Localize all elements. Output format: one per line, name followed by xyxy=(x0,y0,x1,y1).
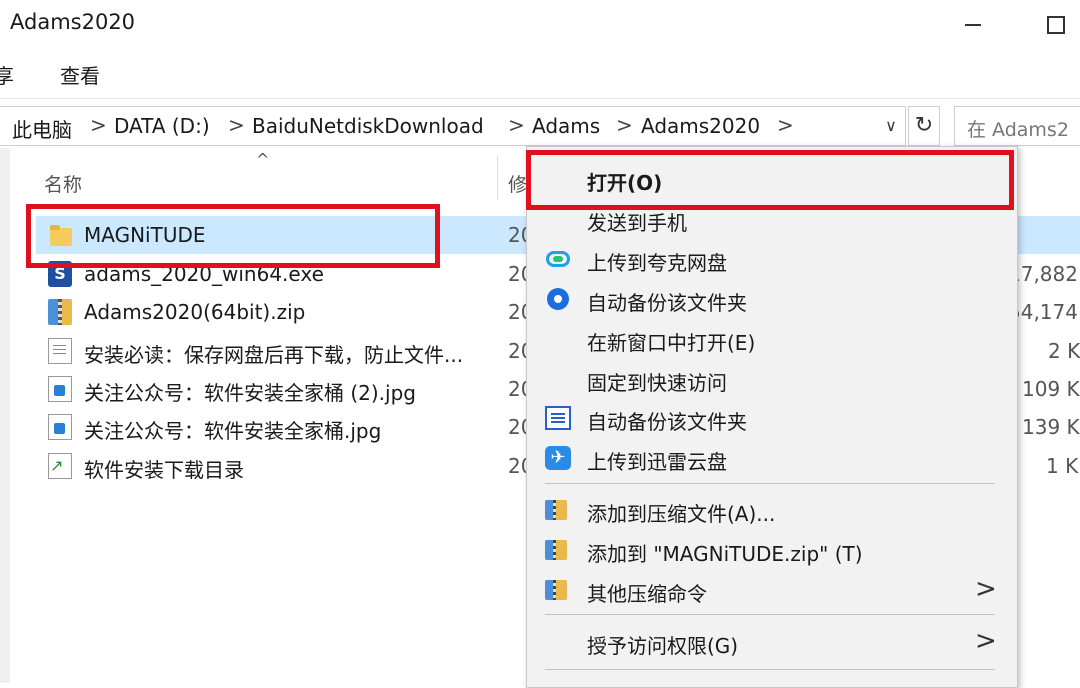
menu-separator xyxy=(545,669,995,670)
search-input[interactable]: 在 Adams2 xyxy=(967,115,1069,142)
menu-label: 上传到夸克网盘 xyxy=(587,251,727,275)
file-size: 54,174. xyxy=(1008,300,1080,324)
context-menu: 打开(O) 发送到手机 上传到夸克网盘 自动备份该文件夹 在新窗口中打开(E) … xyxy=(526,146,1018,688)
breadcrumb-data-drive[interactable]: DATA (D:) xyxy=(114,114,210,138)
menu-label: 固定到快速访问 xyxy=(587,371,727,395)
winrar-icon xyxy=(545,580,567,600)
submenu-arrow-icon: > xyxy=(975,574,997,604)
maximize-button[interactable] xyxy=(1042,12,1068,38)
menu-label: 自动备份该文件夹 xyxy=(587,291,747,315)
menu-item-pin-quick-access[interactable]: 固定到快速访问 xyxy=(527,359,1015,399)
shortcut-icon xyxy=(48,453,72,479)
navigation-pane-edge xyxy=(0,148,10,683)
breadcrumb-adams[interactable]: Adams xyxy=(532,114,600,138)
file-name: 关注公众号：软件安装全家桶.jpg xyxy=(84,419,382,443)
backup-icon xyxy=(545,287,571,311)
address-dropdown-button[interactable]: ∨ xyxy=(880,114,902,138)
window-title: Adams2020 xyxy=(10,10,136,34)
menu-separator xyxy=(545,483,995,484)
file-size: 139 K xyxy=(1022,415,1080,439)
minimize-button[interactable] xyxy=(958,10,988,38)
column-header-modified[interactable]: 修 xyxy=(508,170,527,197)
menu-label: 发送到手机 xyxy=(587,211,687,235)
file-size: 2 K xyxy=(1048,339,1080,363)
refresh-icon[interactable]: ↻ xyxy=(908,106,940,146)
menu-label: 在新窗口中打开(E) xyxy=(587,331,756,355)
ribbon-divider xyxy=(0,98,1080,99)
menu-item-open-new-window[interactable]: 在新窗口中打开(E) xyxy=(527,319,1015,359)
file-name: Adams2020(64bit).zip xyxy=(84,300,306,324)
menu-item-auto-backup-1[interactable]: 自动备份该文件夹 xyxy=(527,279,1015,319)
thunder-bird-icon: ✈ xyxy=(545,446,571,470)
menu-item-upload-thunder[interactable]: ✈ 上传到迅雷云盘 xyxy=(527,438,1015,478)
menu-label: 添加到压缩文件(A)... xyxy=(587,502,776,526)
sort-ascending-icon: ^ xyxy=(256,150,270,169)
menu-separator xyxy=(545,614,995,615)
file-size: 109 K xyxy=(1022,377,1080,401)
menu-label: 自动备份该文件夹 xyxy=(587,410,747,434)
winrar-icon xyxy=(545,500,567,520)
chevron-right-icon[interactable]: > xyxy=(616,113,633,137)
file-name: 软件安装下载目录 xyxy=(84,458,244,482)
chevron-right-icon[interactable]: > xyxy=(777,113,794,137)
menu-item-other-compress[interactable]: 其他压缩命令 > xyxy=(527,570,1015,610)
winrar-icon xyxy=(545,540,567,560)
menu-item-grant-access[interactable]: 授予访问权限(G) > xyxy=(527,622,1015,662)
menu-item-add-to-archive[interactable]: 添加到压缩文件(A)... xyxy=(527,490,1015,530)
chevron-right-icon[interactable]: > xyxy=(228,113,245,137)
menu-item-auto-backup-2[interactable]: 自动备份该文件夹 xyxy=(527,398,1015,438)
file-size: 1 K xyxy=(1046,454,1079,478)
chevron-right-icon[interactable]: > xyxy=(508,113,525,137)
image-file-icon xyxy=(48,414,72,440)
file-name: 安装必读：保存网盘后再下载，防止文件... xyxy=(84,343,464,367)
backup-folder-icon xyxy=(545,406,571,430)
submenu-arrow-icon: > xyxy=(975,626,997,656)
breadcrumb-this-pc[interactable]: 此电脑 xyxy=(12,114,72,143)
highlight-box-open xyxy=(526,150,1014,210)
image-file-icon xyxy=(48,376,72,402)
zip-icon xyxy=(48,299,72,325)
column-header-name[interactable]: 名称 xyxy=(44,170,82,197)
menu-label: 其他压缩命令 xyxy=(587,582,707,606)
address-bar[interactable]: 此电脑 > DATA (D:) > BaiduNetdiskDownload >… xyxy=(0,106,906,146)
column-divider[interactable] xyxy=(497,155,498,200)
file-name: 关注公众号：软件安装全家桶 (2).jpg xyxy=(84,381,416,405)
file-size: 17,882. xyxy=(1008,262,1080,286)
chevron-right-icon[interactable]: > xyxy=(90,113,107,137)
breadcrumb-baidunetdiskdownload[interactable]: BaiduNetdiskDownload xyxy=(252,114,484,138)
quark-cloud-icon xyxy=(545,247,571,271)
search-box[interactable]: 在 Adams2 xyxy=(954,106,1080,146)
menu-item-add-to-zip[interactable]: 添加到 "MAGNiTUDE.zip" (T) xyxy=(527,530,1015,570)
menu-label: 授予访问权限(G) xyxy=(587,634,739,658)
highlight-box-folder xyxy=(26,204,440,268)
ribbon-tab-share[interactable]: 享 xyxy=(0,60,14,89)
text-file-icon xyxy=(48,338,72,364)
menu-label: 上传到迅雷云盘 xyxy=(587,450,727,474)
ribbon-tab-view[interactable]: 查看 xyxy=(60,60,100,89)
breadcrumb-adams2020[interactable]: Adams2020 xyxy=(641,114,760,138)
menu-label: 添加到 "MAGNiTUDE.zip" (T) xyxy=(587,542,863,566)
menu-item-upload-quark[interactable]: 上传到夸克网盘 xyxy=(527,239,1015,279)
